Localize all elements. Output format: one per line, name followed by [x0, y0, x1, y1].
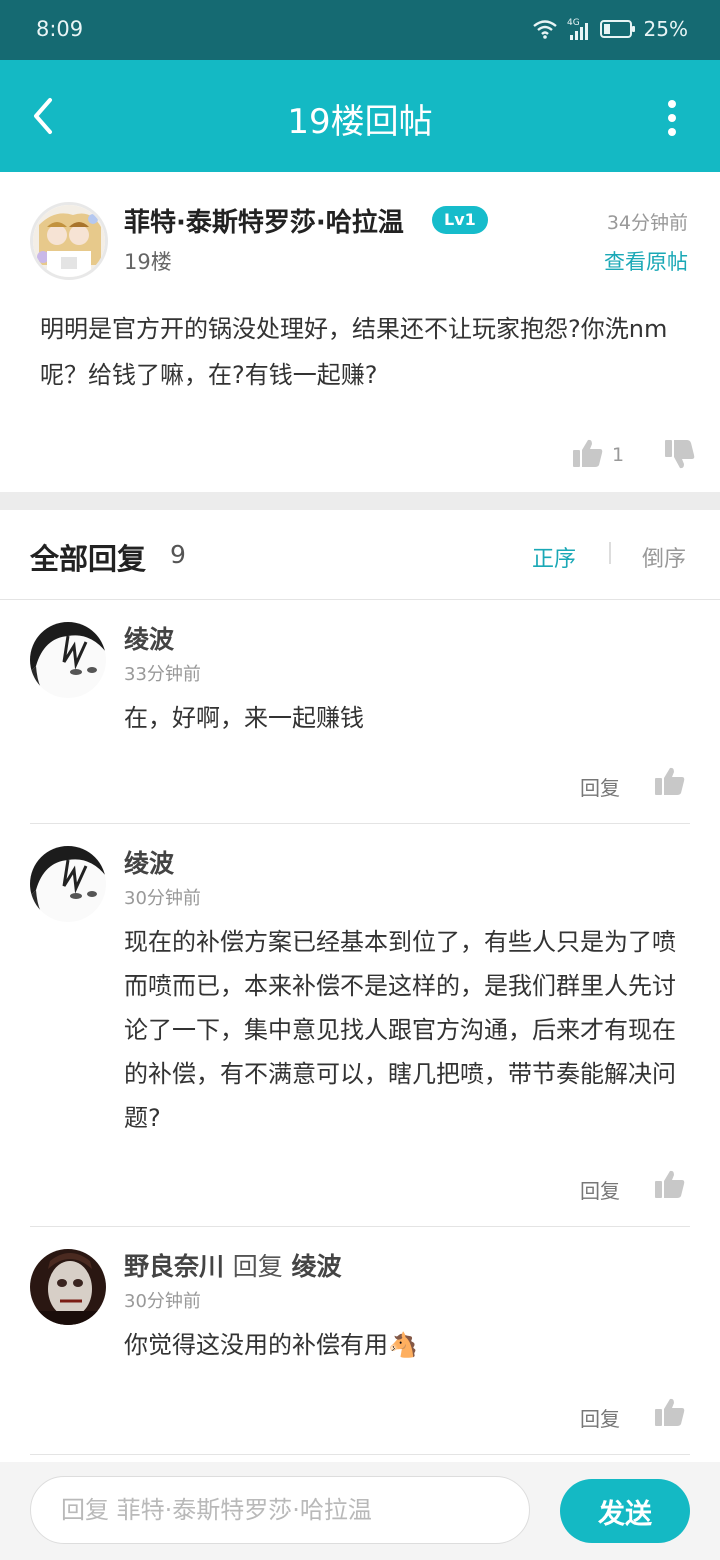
reply-button[interactable]: 回复	[580, 772, 620, 801]
page-title: 19楼回帖	[287, 102, 433, 142]
status-icons: 4G 25%	[532, 17, 688, 41]
more-vertical-icon[interactable]	[662, 98, 682, 138]
reply-author-avatar[interactable]	[30, 846, 106, 922]
post-content: 明明是官方开的锅没处理好，结果还不让玩家抱怨?你洗nm呢？给钱了嘛，在?有钱一起…	[40, 315, 668, 389]
reply-text: 现在的补偿方案已经基本到位了，有些人只是为了喷而喷而已，本来补偿不是这样的，是我…	[124, 928, 676, 1132]
level-badge: Lv1	[432, 206, 488, 234]
reply-time: 30分钟前	[124, 888, 201, 909]
reply-button[interactable]: 回复	[580, 1175, 620, 1204]
reply-text: 在，好啊，来一起赚钱	[124, 704, 364, 732]
reply-author-line: 野良奈川 回复 绫波	[124, 1247, 341, 1283]
thumbs-up-icon[interactable]	[654, 1397, 686, 1431]
post-floor: 19楼	[124, 250, 172, 274]
status-bar: 8:09 4G 25%	[0, 0, 720, 60]
post-author-avatar[interactable]	[30, 202, 108, 280]
main-post: 菲特·泰斯特罗莎·哈拉温 Lv1 34分钟前 19楼 查看原帖 明明是官方开的锅…	[0, 172, 720, 492]
reply-item: 野良奈川 回复 绫波 30分钟前 你觉得这没用的补偿有用🐴 回复	[30, 1227, 690, 1455]
reply-item: 绫波 30分钟前 现在的补偿方案已经基本到位了，有些人只是为了喷而喷而已，本来补…	[30, 824, 690, 1227]
reply-input[interactable]	[30, 1476, 530, 1544]
replies-count: 9	[170, 540, 186, 569]
reply-time: 33分钟前	[124, 664, 201, 685]
status-time: 8:09	[36, 17, 84, 41]
reply-item: 绫波 33分钟前 在，好啊，来一起赚钱 回复	[30, 600, 690, 824]
reply-author-name[interactable]: 野良奈川	[124, 1252, 224, 1281]
post-time: 34分钟前	[606, 212, 688, 234]
post-like-button[interactable]: 1	[572, 438, 624, 472]
replies-header: 全部回复 9 正序 倒序	[0, 510, 720, 600]
reply-to-word: 回复	[232, 1252, 283, 1281]
battery-percent: 25%	[643, 17, 688, 41]
reply-button[interactable]: 回复	[580, 1403, 620, 1432]
section-divider	[0, 492, 720, 510]
reply-author-name[interactable]: 绫波	[124, 844, 174, 880]
network-label: 4G	[567, 18, 580, 28]
thumbs-up-icon[interactable]	[654, 1169, 686, 1203]
reply-to-name[interactable]: 绫波	[291, 1252, 341, 1281]
reply-text: 你觉得这没用的补偿有用🐴	[124, 1331, 418, 1359]
app-header: 19楼回帖	[0, 60, 720, 172]
thumbs-up-icon[interactable]	[654, 766, 686, 800]
sort-descending-tab[interactable]: 倒序	[642, 541, 686, 573]
sort-ascending-tab[interactable]: 正序	[532, 541, 576, 573]
thumbs-down-icon[interactable]	[664, 438, 696, 474]
sort-divider	[609, 542, 611, 564]
view-original-link[interactable]: 查看原帖	[604, 246, 688, 276]
wifi-icon	[532, 19, 558, 39]
reply-composer: 发送	[0, 1462, 720, 1560]
reply-time: 30分钟前	[124, 1291, 201, 1312]
reply-author-avatar[interactable]	[30, 1249, 106, 1325]
post-author-name[interactable]: 菲特·泰斯特罗莎·哈拉温	[124, 202, 404, 239]
replies-title: 全部回复	[30, 542, 147, 576]
reply-author-avatar[interactable]	[30, 622, 106, 698]
reply-author-name[interactable]: 绫波	[124, 620, 174, 656]
signal-icon: 4G	[566, 17, 592, 41]
battery-icon	[599, 19, 636, 39]
send-button[interactable]: 发送	[560, 1479, 690, 1543]
thumbs-up-icon	[572, 438, 604, 472]
post-like-count: 1	[612, 444, 625, 466]
